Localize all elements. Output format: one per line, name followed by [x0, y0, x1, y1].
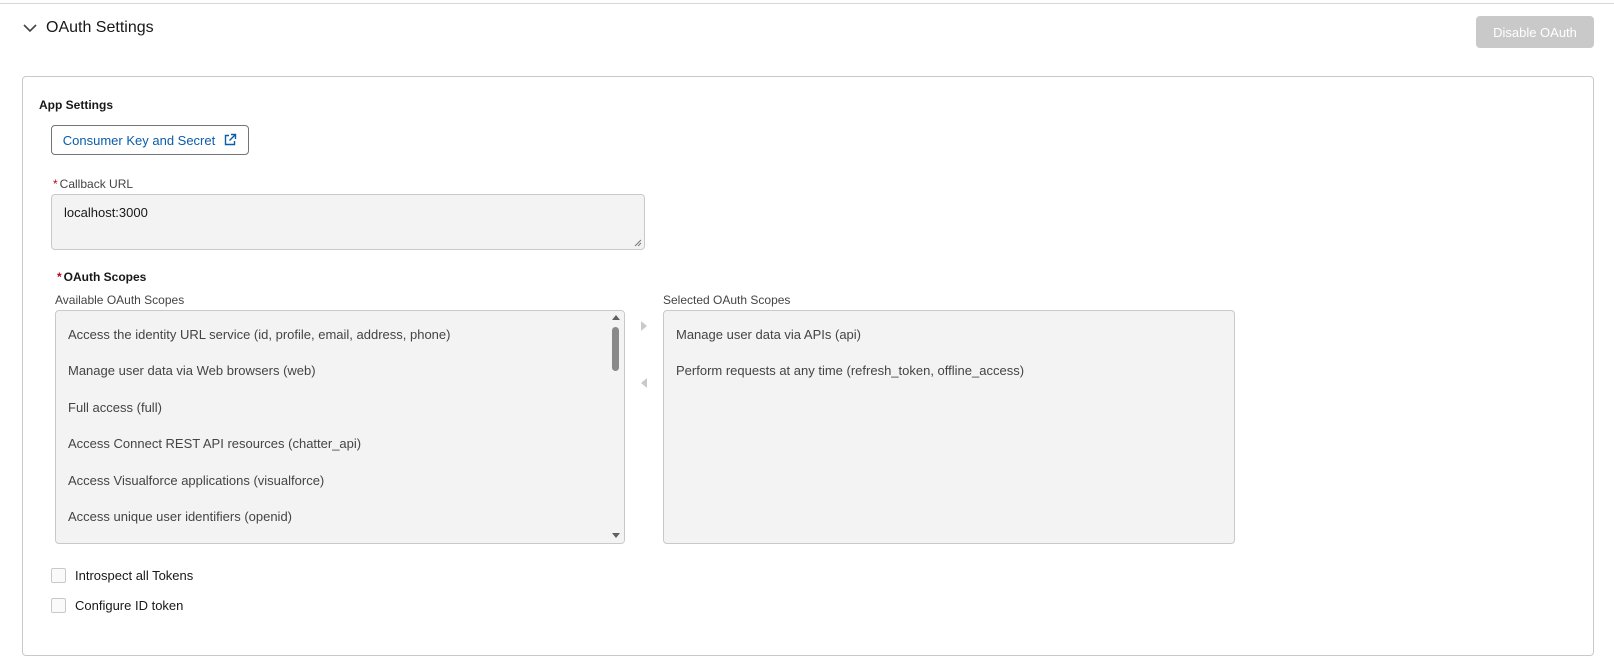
selected-scope-option[interactable]: Manage user data via APIs (api) [676, 327, 861, 342]
oauth-scopes-heading: * OAuth Scopes [57, 270, 146, 284]
available-scope-option[interactable]: Access unique user identifiers (openid) [68, 509, 292, 524]
consumer-key-secret-label: Consumer Key and Secret [62, 132, 216, 148]
move-to-available-button[interactable] [636, 375, 652, 391]
chevron-down-icon [23, 24, 37, 33]
callback-url-value: localhost:3000 [64, 205, 148, 220]
available-scopes-label: Available OAuth Scopes [55, 293, 185, 307]
available-scope-option[interactable]: Access the identity URL service (id, pro… [68, 327, 450, 342]
configure-id-token-checkbox[interactable] [51, 598, 66, 613]
scrollbar[interactable] [608, 311, 624, 543]
configure-id-token-label: Configure ID token [75, 598, 184, 613]
selected-scopes-label: Selected OAuth Scopes [663, 293, 791, 307]
oauth-settings-panel: App Settings Consumer Key and Secret * Ca… [22, 76, 1594, 656]
app-settings-heading: App Settings [39, 98, 113, 112]
move-to-selected-button[interactable] [636, 318, 652, 334]
required-marker: * [57, 270, 62, 284]
arrow-right-icon [641, 321, 647, 331]
configure-id-token-option[interactable]: Configure ID token [51, 598, 183, 613]
required-marker: * [53, 177, 58, 191]
oauth-settings-header: OAuth Settings Disable OAuth [20, 14, 1594, 50]
external-link-icon [225, 133, 237, 146]
resize-handle-icon[interactable] [632, 237, 642, 247]
oauth-scopes-title: OAuth Scopes [63, 270, 147, 284]
available-scope-option[interactable]: Full access (full) [68, 400, 162, 415]
disable-oauth-button[interactable]: Disable OAuth [1476, 16, 1594, 48]
callback-url-label: * Callback URL [53, 177, 133, 191]
scroll-thumb[interactable] [612, 327, 619, 371]
available-scopes-listbox[interactable]: Access the identity URL service (id, pro… [55, 310, 625, 544]
top-divider [0, 3, 1614, 4]
section-title: OAuth Settings [46, 19, 154, 36]
available-scope-option[interactable]: Access Connect REST API resources (chatt… [68, 436, 361, 451]
introspect-tokens-option[interactable]: Introspect all Tokens [51, 568, 193, 583]
section-toggle[interactable]: OAuth Settings [20, 18, 154, 38]
selected-scopes-listbox[interactable]: Manage user data via APIs (api) Perform … [663, 310, 1235, 544]
arrow-left-icon [641, 378, 647, 388]
callback-url-field[interactable]: localhost:3000 [51, 194, 645, 250]
scroll-up-arrow-icon[interactable] [612, 315, 620, 320]
consumer-key-secret-button[interactable]: Consumer Key and Secret [51, 125, 249, 155]
scroll-down-arrow-icon[interactable] [612, 533, 620, 538]
selected-scope-option[interactable]: Perform requests at any time (refresh_to… [676, 363, 1024, 378]
callback-url-label-text: Callback URL [59, 177, 134, 191]
available-scope-option[interactable]: Access Visualforce applications (visualf… [68, 473, 324, 488]
introspect-tokens-checkbox[interactable] [51, 568, 66, 583]
introspect-tokens-label: Introspect all Tokens [75, 568, 194, 583]
available-scope-option[interactable]: Manage user data via Web browsers (web) [68, 363, 316, 378]
